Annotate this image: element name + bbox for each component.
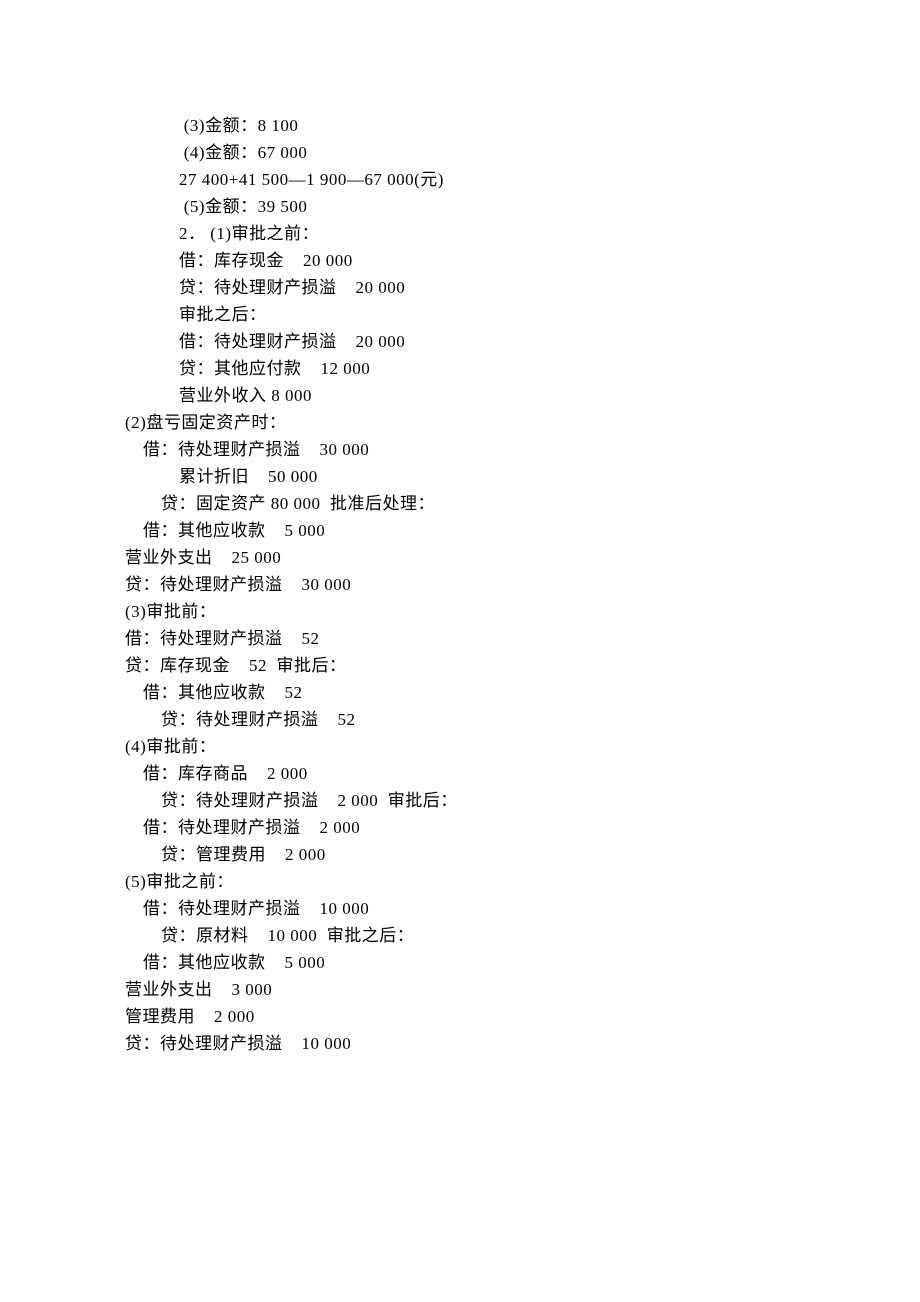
text-line: (3)金额：8 100	[125, 112, 830, 139]
text-line: 借：其他应收款 5 000	[125, 517, 830, 544]
text-line: 2． (1)审批之前：	[125, 220, 830, 247]
text-line: 管理费用 2 000	[125, 1003, 830, 1030]
text-line: 借：待处理财产损溢 2 000	[125, 814, 830, 841]
text-line: 借：其他应收款 52	[125, 679, 830, 706]
text-line: 贷：管理费用 2 000	[125, 841, 830, 868]
text-line: 借：其他应收款 5 000	[125, 949, 830, 976]
text-line: (5)审批之前：	[125, 868, 830, 895]
text-line: 贷：待处理财产损溢 20 000	[125, 274, 830, 301]
text-line: 借：待处理财产损溢 52	[125, 625, 830, 652]
text-line: 借：待处理财产损溢 30 000	[125, 436, 830, 463]
text-line: (4)金额：67 000	[125, 139, 830, 166]
text-line: (4)审批前：	[125, 733, 830, 760]
text-line: 贷：待处理财产损溢 52	[125, 706, 830, 733]
text-line: 27 400+41 500—1 900—67 000(元)	[125, 166, 830, 193]
text-line: 营业外支出 3 000	[125, 976, 830, 1003]
text-line: (2)盘亏固定资产时：	[125, 409, 830, 436]
document-page: (3)金额：8 100 (4)金额：67 00027 400+41 500—1 …	[0, 0, 920, 1157]
text-line: (5)金额：39 500	[125, 193, 830, 220]
text-line: 营业外支出 25 000	[125, 544, 830, 571]
text-line: (3)审批前：	[125, 598, 830, 625]
text-line: 营业外收入 8 000	[125, 382, 830, 409]
text-line: 贷：待处理财产损溢 2 000 审批后：	[125, 787, 830, 814]
text-line: 审批之后：	[125, 301, 830, 328]
text-line: 借：库存商品 2 000	[125, 760, 830, 787]
text-line: 借：库存现金 20 000	[125, 247, 830, 274]
text-line: 借：待处理财产损溢 20 000	[125, 328, 830, 355]
text-line: 贷：待处理财产损溢 30 000	[125, 571, 830, 598]
text-line: 贷：库存现金 52 审批后：	[125, 652, 830, 679]
text-line: 贷：固定资产 80 000 批准后处理：	[125, 490, 830, 517]
text-line: 贷：待处理财产损溢 10 000	[125, 1030, 830, 1057]
text-line: 贷：原材料 10 000 审批之后：	[125, 922, 830, 949]
text-line: 累计折旧 50 000	[125, 463, 830, 490]
text-line: 借：待处理财产损溢 10 000	[125, 895, 830, 922]
text-line: 贷：其他应付款 12 000	[125, 355, 830, 382]
